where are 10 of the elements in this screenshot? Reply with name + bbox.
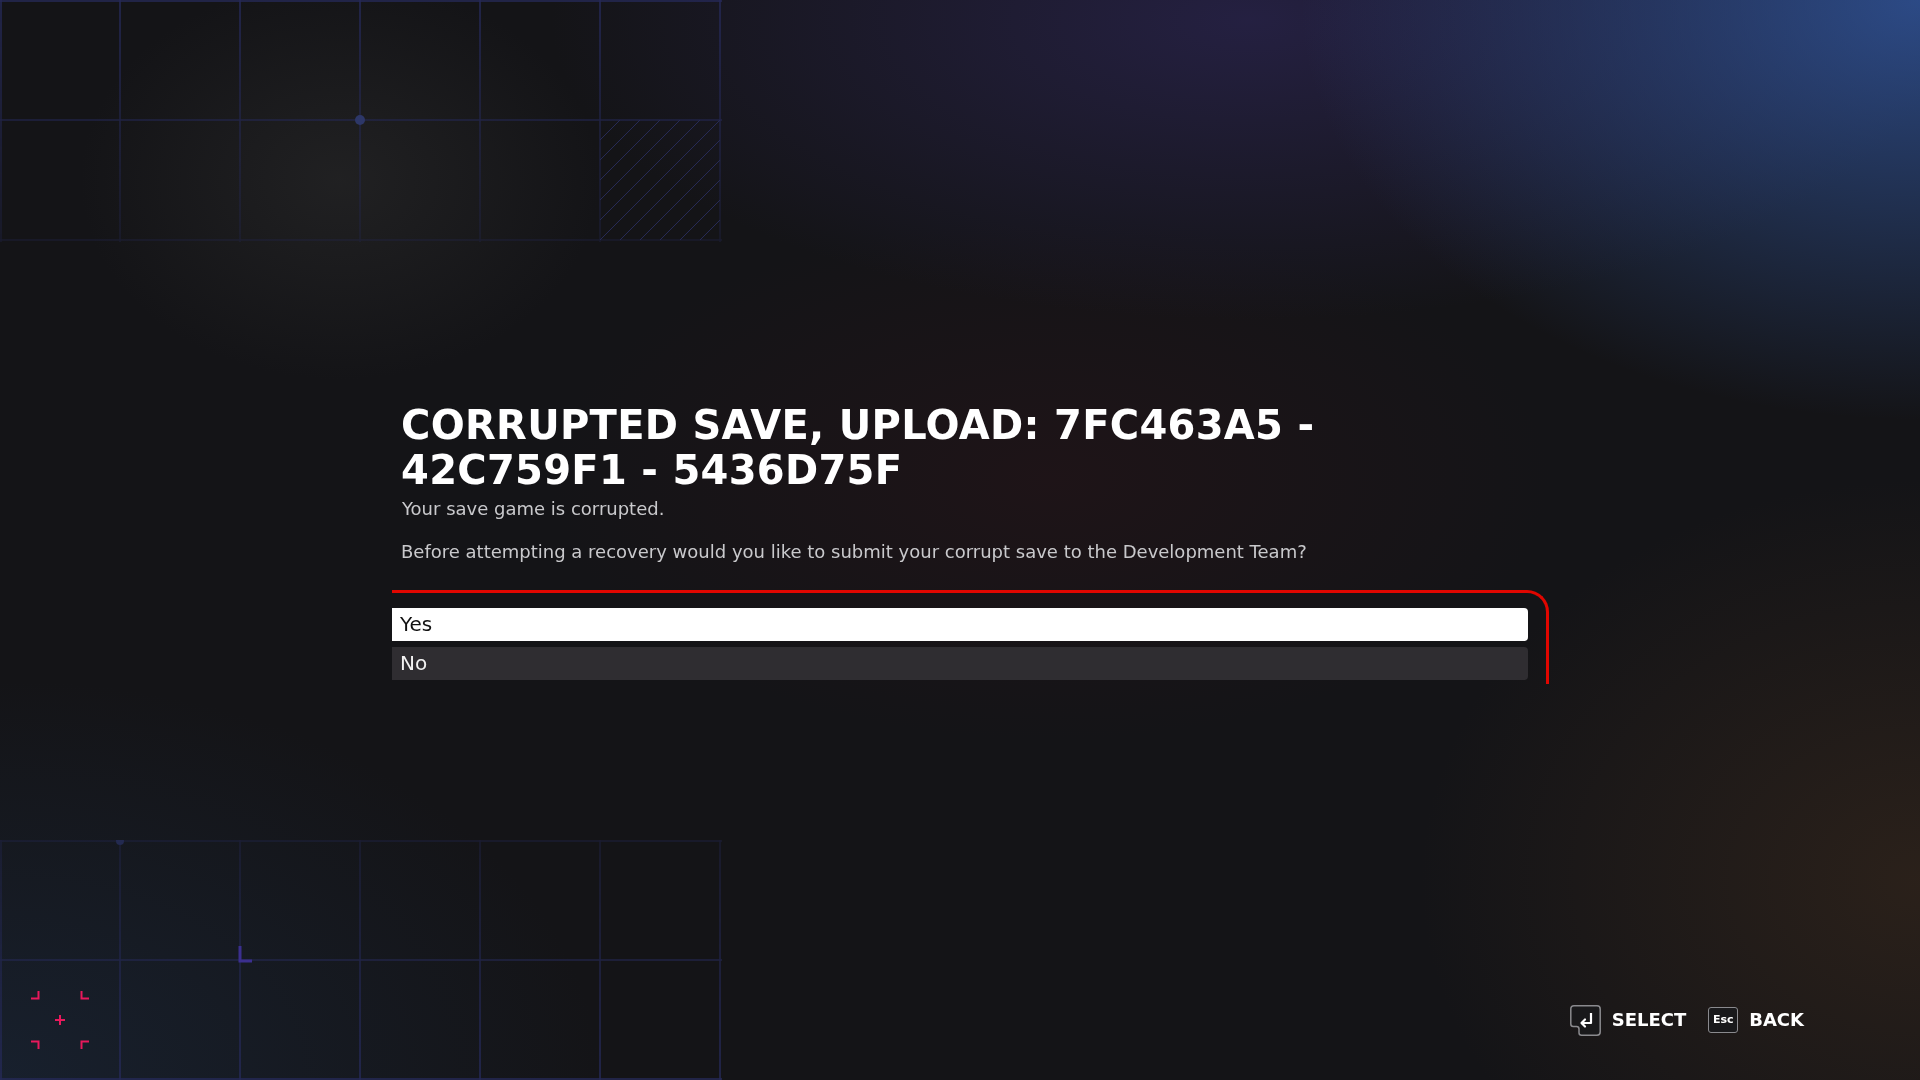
option-button[interactable]: No (392, 647, 1528, 680)
dialog-title: CORRUPTED SAVE, UPLOAD: 7FC463A5 - 42C759F1 - 5436D75F (401, 403, 1316, 493)
dialog-message: Before attempting a recovery would you like to submit your corrupt save to the Development Team? (401, 540, 1308, 564)
crosshair-icon (31, 991, 89, 1049)
dialog-subtitle: Your save game is corrupted. (402, 497, 666, 521)
option-button[interactable]: Yes (392, 608, 1528, 641)
enter-key-icon (1569, 1004, 1601, 1036)
prompt-label[interactable]: SELECT (1611, 1009, 1687, 1031)
prompt-label[interactable]: BACK (1749, 1009, 1804, 1031)
key-cap: Esc (1708, 1007, 1739, 1033)
